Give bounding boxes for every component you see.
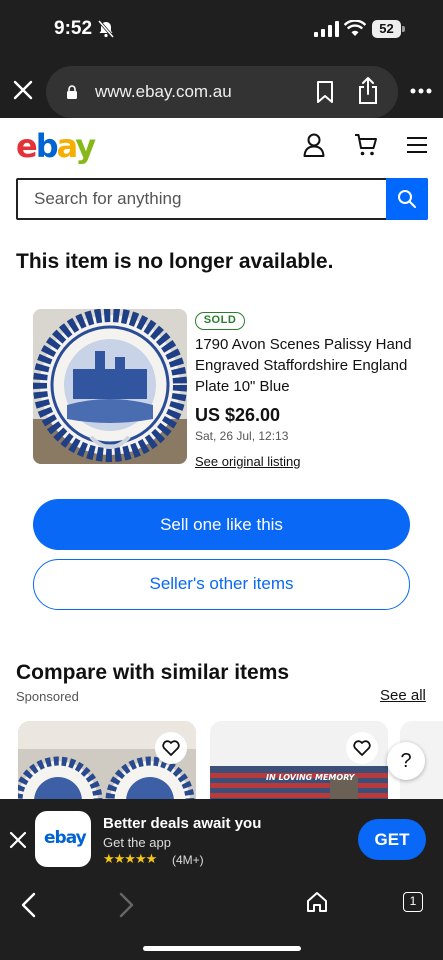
sold-badge: SOLD [195,312,245,330]
share-icon[interactable] [357,77,379,105]
blue-plate-image [33,309,187,464]
item-sold-date: Sat, 26 Jul, 12:13 [195,429,289,443]
battery-level: 52 [372,20,401,38]
close-icon[interactable] [12,79,34,101]
similar-item-card[interactable]: IN LOVING MEMORY [210,721,388,811]
bell-muted-icon [97,20,115,38]
status-bar: 9:52 52 [0,0,443,62]
compare-heading: Compare with similar items [16,661,290,684]
lock-icon [67,85,77,99]
bookmark-icon[interactable] [316,81,334,103]
search-input[interactable] [34,188,374,210]
page-heading: This item is no longer available. [16,250,334,273]
sell-one-like-this-button[interactable]: Sell one like this [33,499,410,550]
promo-title: Better deals await you [103,815,262,832]
address-bar[interactable]: www.ebay.com.au [46,66,398,118]
rating-count: (4M+) [172,853,204,867]
close-icon[interactable] [9,831,27,849]
heart-icon [162,740,180,756]
wifi-icon [344,20,366,36]
more-options-icon[interactable] [410,88,432,94]
see-original-listing-link[interactable]: See original listing [195,454,301,469]
similar-item-card[interactable] [18,721,196,811]
see-all-link[interactable]: See all [380,687,426,704]
item-price: US $26.00 [195,405,281,425]
url-text[interactable]: www.ebay.com.au [95,82,232,102]
help-button[interactable]: ? [387,742,425,780]
ebay-app-icon: ebay [35,811,91,867]
user-icon[interactable] [303,133,325,157]
ebay-app-logo-text: ebay [44,828,87,848]
signal-icon [314,21,339,37]
browser-toolbar: 1 [0,880,443,960]
watch-button[interactable] [155,732,187,764]
watch-button[interactable] [346,732,378,764]
forward-icon[interactable] [116,892,136,918]
sellers-other-items-button[interactable]: Seller's other items [33,559,410,610]
battery-icon: 52 [372,20,405,38]
item-title[interactable]: 1790 Avon Scenes Palissy Hand Engraved S… [195,334,425,397]
home-indicator [143,946,301,951]
status-time: 9:52 [54,18,93,39]
browser-bar: www.ebay.com.au [0,62,443,118]
item-image[interactable] [33,309,187,464]
search-icon [398,190,416,208]
search-button[interactable] [386,178,428,220]
home-icon[interactable] [306,891,328,913]
search-bar [16,178,428,220]
cart-icon[interactable] [354,133,378,157]
rating-stars: ★★★★★ [103,851,157,866]
sponsored-label: Sponsored [16,689,79,704]
get-app-button[interactable]: GET [358,819,426,860]
ebay-logo[interactable]: ebay [16,127,96,165]
tabs-button[interactable]: 1 [403,892,423,912]
memorial-banner-text: IN LOVING MEMORY [266,773,355,782]
back-icon[interactable] [19,892,39,918]
heart-icon [353,740,371,756]
menu-icon[interactable] [407,137,427,153]
promo-subtitle: Get the app [103,835,171,850]
app-promo-banner: ebay Better deals await you Get the app … [0,799,443,880]
